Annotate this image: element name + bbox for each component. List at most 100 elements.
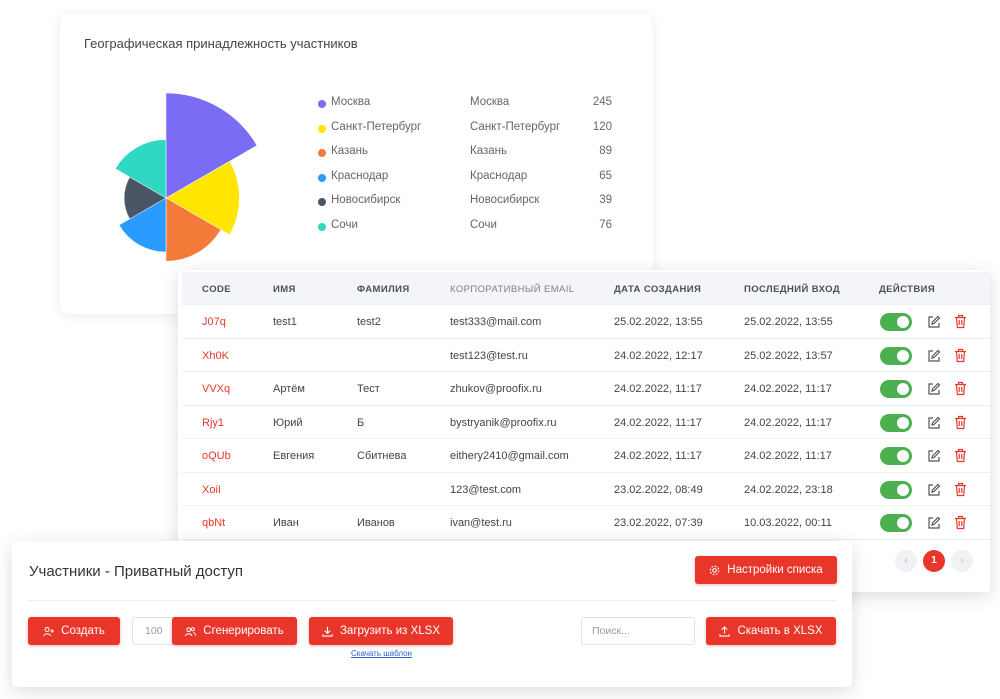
active-toggle[interactable]: [880, 380, 912, 398]
legend-label: Сочи: [331, 218, 358, 231]
cell-email: ivan@test.ru: [450, 517, 512, 529]
col-code[interactable]: CODE: [202, 284, 231, 295]
trash-icon[interactable]: [954, 482, 967, 497]
edit-icon[interactable]: [927, 349, 941, 363]
download-label: Скачать в XLSX: [737, 625, 823, 637]
list-settings-button[interactable]: Настройки списка: [695, 556, 837, 584]
col-last-login[interactable]: ПОСЛЕДНИЙ ВХОД: [744, 284, 840, 295]
trash-icon[interactable]: [954, 314, 967, 329]
trash-icon[interactable]: [954, 415, 967, 430]
active-toggle[interactable]: [880, 480, 912, 499]
trash-icon[interactable]: [954, 515, 967, 530]
pagination-next[interactable]: ›: [951, 550, 973, 572]
table-row[interactable]: Rjy1 Юрий Бbystryanik@proofix.ru 24.02.2022…: [182, 406, 990, 439]
legend-category: Сочи: [470, 218, 497, 231]
cell-last-login: 25.02.2022, 13:57: [744, 349, 833, 362]
cell-last-login: 24.02.2022, 23:18: [744, 483, 833, 496]
legend-color-dot: [318, 222, 326, 231]
col-first-name[interactable]: ИМЯ: [273, 284, 296, 295]
quantity-input[interactable]: 100: [132, 617, 176, 645]
download-xlsx-button[interactable]: Скачать в XLSX: [706, 617, 836, 645]
legend-value: 245: [592, 96, 612, 108]
trash-icon[interactable]: [954, 348, 967, 363]
cell-first-name: Евгения: [273, 450, 315, 462]
cell-code[interactable]: VVXq: [202, 383, 230, 395]
col-last-name[interactable]: ФАМИЛИЯ: [357, 284, 410, 295]
legend-item[interactable]: Новосибирск Новосибирск 39: [318, 192, 618, 217]
legend-item[interactable]: Сочи Сочи 76: [318, 217, 618, 242]
cell-created: 24.02.2022, 11:17: [614, 416, 702, 429]
active-toggle[interactable]: [880, 413, 912, 432]
table-row[interactable]: Xh0K test123@test.ru 24.02.2022, 12:17 25.0…: [182, 339, 990, 372]
search-input[interactable]: Поиск...: [581, 617, 695, 645]
chart-legend: Москва Москва 245 Санкт-Петербург Санкт-Пете…: [318, 94, 618, 242]
cell-created: 23.02.2022, 08:49: [614, 483, 703, 496]
upload-arrow-icon: [719, 625, 731, 637]
legend-item[interactable]: Краснодар Краснодар 65: [318, 168, 618, 193]
cell-code[interactable]: J07q: [202, 316, 226, 328]
active-toggle[interactable]: [880, 447, 912, 465]
cell-code[interactable]: qbNt: [202, 517, 225, 529]
create-label: Создать: [61, 625, 105, 637]
table-row[interactable]: VVXq Артём Тест zhukov@proofix.ru 24.02.2022…: [182, 372, 990, 406]
legend-category: Новосибирск: [470, 194, 540, 207]
table-row[interactable]: qbNt Иван Иванов ivan@test.ru 23.02.2022, 07…: [182, 506, 990, 540]
legend-item[interactable]: Санкт-Петербург Санкт-Петербург 120: [318, 119, 618, 144]
cell-code[interactable]: XoiI: [202, 484, 221, 496]
edit-icon[interactable]: [927, 315, 941, 329]
list-settings-label: Настройки списка: [727, 564, 823, 576]
upload-label: Загрузить из XLSX: [339, 625, 440, 637]
pagination-page-1[interactable]: 1: [923, 550, 945, 572]
legend-category: Краснодар: [470, 169, 528, 182]
cell-first-name: Иван: [273, 517, 299, 529]
table-row[interactable]: oQUb Евгения Сбитнева eithery2410@gmail.com…: [182, 439, 990, 473]
cell-last-name: test2: [357, 316, 381, 328]
gear-icon: [710, 565, 720, 575]
table-row[interactable]: J07q test1 test2 test333@mail.com 25.02.2022…: [182, 305, 990, 339]
table-header: CODE ИМЯ ФАМИЛИЯ КОРПОРАТИВНЫЙ EMAIL ДАТ…: [182, 272, 990, 305]
legend-label: Новосибирск: [331, 194, 401, 207]
col-email[interactable]: КОРПОРАТИВНЫЙ EMAIL: [450, 284, 574, 295]
legend-category: Москва: [470, 96, 510, 108]
generate-button[interactable]: Сгенерировать: [172, 617, 297, 645]
edit-icon[interactable]: [927, 483, 941, 497]
edit-icon[interactable]: [927, 416, 941, 430]
edit-icon[interactable]: [927, 449, 941, 463]
edit-icon[interactable]: [927, 516, 941, 530]
cell-email: zhukov@proofix.ru: [450, 383, 542, 395]
cell-created: 24.02.2022, 11:17: [614, 383, 702, 395]
legend-value: 76: [599, 218, 612, 231]
legend-color-dot: [318, 100, 326, 108]
trash-icon[interactable]: [954, 381, 967, 396]
download-template-link[interactable]: Скачать шаблон: [351, 649, 412, 658]
legend-label: Казань: [331, 145, 368, 158]
cell-code[interactable]: Rjy1: [202, 417, 224, 429]
trash-icon[interactable]: [954, 448, 967, 463]
cell-code[interactable]: oQUb: [202, 450, 231, 462]
cell-created: 25.02.2022, 13:55: [614, 316, 703, 328]
legend-item[interactable]: Москва Москва 245: [318, 94, 618, 119]
edit-icon[interactable]: [927, 382, 941, 396]
col-created[interactable]: ДАТА СОЗДАНИЯ: [614, 284, 701, 295]
legend-label: Москва: [331, 96, 371, 108]
active-toggle[interactable]: [880, 313, 912, 331]
cell-created: 24.02.2022, 12:17: [614, 349, 703, 362]
legend-color-dot: [318, 124, 326, 133]
legend-category: Казань: [470, 145, 507, 158]
legend-category: Санкт-Петербург: [470, 120, 561, 133]
table-row[interactable]: XoiI 123@test.com 23.02.2022, 08:49 24.02.2…: [182, 473, 990, 506]
cell-last-login: 10.03.2022, 00:11: [744, 517, 832, 529]
cell-last-name: Тест: [357, 383, 380, 395]
active-toggle[interactable]: [880, 346, 912, 365]
legend-value: 39: [599, 194, 612, 207]
cell-first-name: test1: [273, 316, 297, 328]
pagination-prev[interactable]: ‹: [895, 550, 917, 572]
generate-label: Сгенерировать: [203, 625, 284, 637]
upload-xlsx-button[interactable]: Загрузить из XLSX: [309, 617, 453, 645]
active-toggle[interactable]: [880, 514, 912, 532]
legend-label: Санкт-Петербург: [331, 120, 422, 133]
legend-item[interactable]: Казань Казань 89: [318, 143, 618, 168]
panel-title: Участники - Приватный доступ: [29, 563, 244, 580]
cell-code[interactable]: Xh0K: [202, 350, 229, 362]
create-button[interactable]: Создать: [28, 617, 120, 645]
